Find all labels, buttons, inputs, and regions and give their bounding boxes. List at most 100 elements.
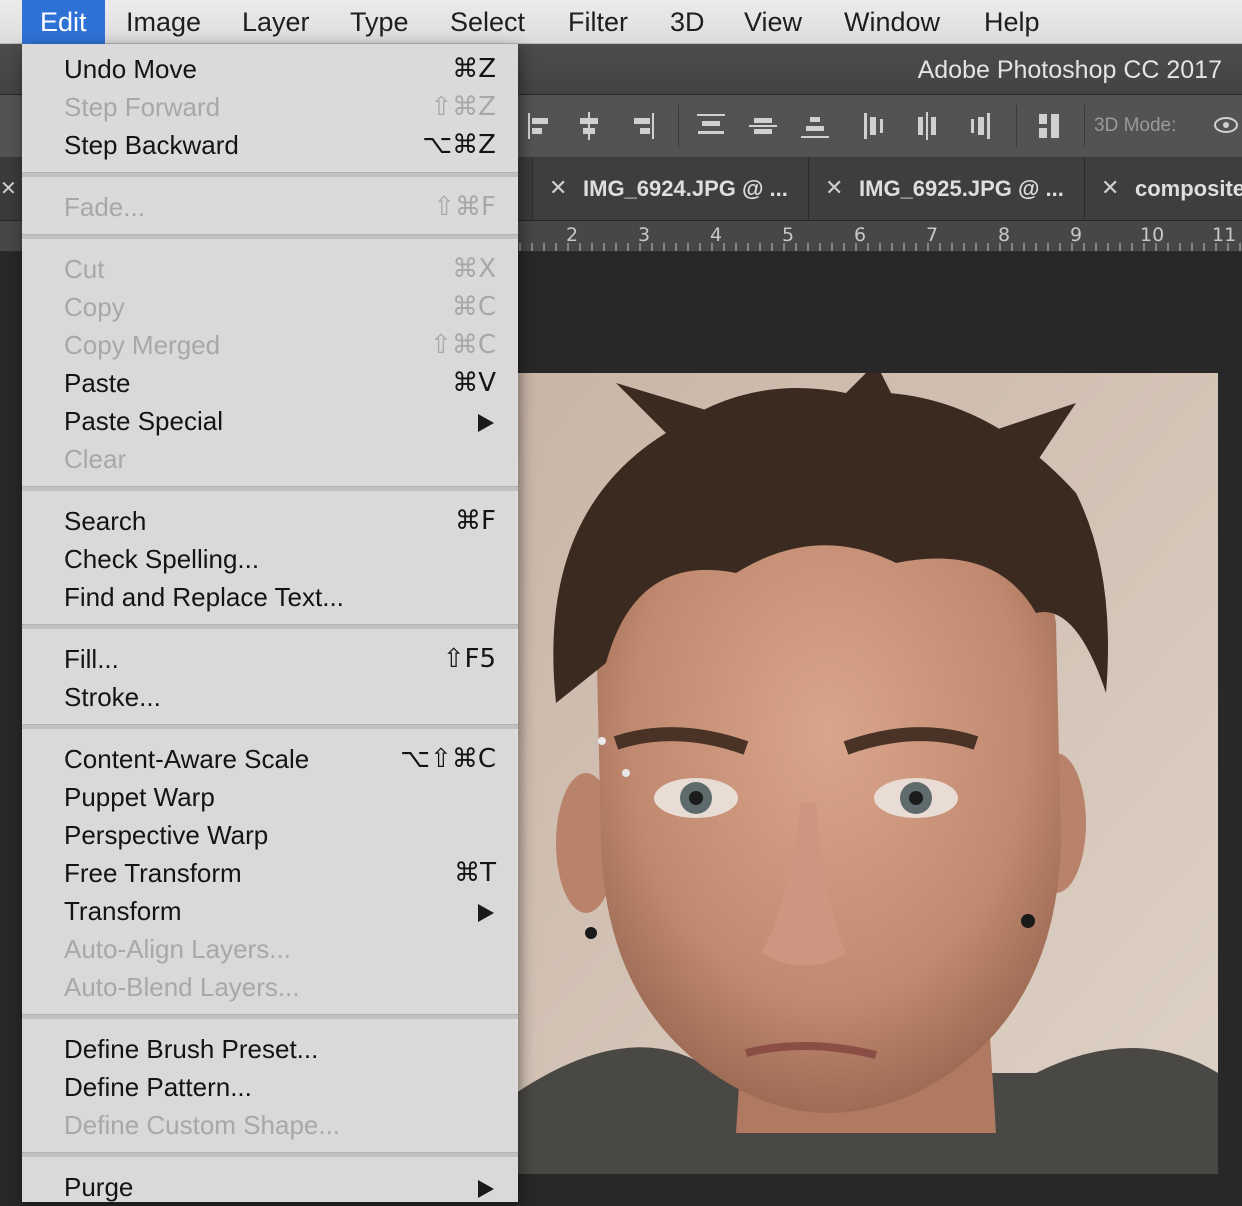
menu-item-paste-special[interactable]: Paste Special	[22, 402, 518, 440]
menu-item-fill[interactable]: Fill... ⇧F5	[22, 640, 518, 678]
menu-item-label: Free Transform	[64, 858, 242, 888]
menu-item-label: Undo Move	[64, 54, 197, 84]
align-right-edges-icon[interactable]	[624, 109, 658, 143]
menu-item-stroke[interactable]: Stroke...	[22, 678, 518, 716]
menu-item-shortcut: ⌥⌘Z	[422, 130, 496, 160]
menu-item-paste[interactable]: Paste ⌘V	[22, 364, 518, 402]
menu-item-shortcut: ⇧F5	[442, 644, 496, 674]
menu-bar: Edit Image Layer Type Select Filter 3D V…	[0, 0, 1242, 44]
menu-item-label: Fill...	[64, 644, 119, 674]
menu-item-define-pattern[interactable]: Define Pattern...	[22, 1068, 518, 1106]
ruler-number: 4	[710, 224, 723, 246]
menu-item-auto-blend-layers: Auto-Blend Layers...	[22, 968, 518, 1006]
menu-item-search[interactable]: Search ⌘F	[22, 502, 518, 540]
ruler-number: 10	[1140, 224, 1165, 246]
menu-item-label: Auto-Align Layers...	[64, 934, 291, 964]
menu-item-label: Puppet Warp	[64, 782, 215, 812]
close-icon[interactable]: ✕	[0, 176, 17, 201]
menu-item-puppet-warp[interactable]: Puppet Warp	[22, 778, 518, 816]
menu-3d[interactable]: 3D	[652, 0, 723, 44]
distribute-right-icon[interactable]	[962, 109, 996, 143]
close-icon[interactable]: ✕	[1101, 158, 1119, 218]
menu-item-shortcut: ⌘Z	[452, 54, 496, 84]
toolbar-separator	[1016, 105, 1017, 147]
menu-item-define-custom-shape: Define Custom Shape...	[22, 1106, 518, 1144]
menu-select[interactable]: Select	[432, 0, 543, 44]
menu-item-label: Search	[64, 506, 147, 536]
tab-img-6925[interactable]: ✕ IMG_6925.JPG @ ...	[808, 158, 1084, 220]
menu-item-free-transform[interactable]: Free Transform ⌘T	[22, 854, 518, 892]
menu-item-define-brush-preset[interactable]: Define Brush Preset...	[22, 1030, 518, 1068]
3d-orbit-icon[interactable]	[1208, 109, 1242, 143]
auto-align-icon[interactable]	[1032, 109, 1066, 143]
menu-item-shortcut: ⌥⇧⌘C	[400, 744, 496, 774]
menu-item-shortcut: ⌘V	[452, 368, 496, 398]
close-icon[interactable]: ✕	[825, 158, 843, 218]
distribute-centers-icon[interactable]	[910, 109, 944, 143]
app-title: Adobe Photoshop CC 2017	[917, 56, 1222, 84]
menu-item-content-aware-scale[interactable]: Content-Aware Scale ⌥⇧⌘C	[22, 740, 518, 778]
menu-separator	[22, 1152, 518, 1157]
menu-filter[interactable]: Filter	[550, 0, 646, 44]
tab-composite[interactable]: ✕ composite	[1084, 158, 1242, 220]
menu-item-label: Define Pattern...	[64, 1072, 252, 1102]
align-horizontal-centers-icon[interactable]	[572, 109, 606, 143]
menu-item-cut: Cut ⌘X	[22, 250, 518, 288]
menu-item-label: Content-Aware Scale	[64, 744, 310, 774]
menu-item-auto-align-layers: Auto-Align Layers...	[22, 930, 518, 968]
document-canvas-photo[interactable]	[516, 373, 1218, 1174]
menu-window[interactable]: Window	[826, 0, 958, 44]
menu-item-label: Paste Special	[64, 406, 223, 436]
menu-item-undo-move[interactable]: Undo Move ⌘Z	[22, 50, 518, 88]
menu-item-step-forward: Step Forward ⇧⌘Z	[22, 88, 518, 126]
menu-item-label: Cut	[64, 254, 105, 284]
menu-edit[interactable]: Edit	[22, 0, 105, 44]
menu-item-label: Clear	[64, 444, 127, 474]
tab-label: IMG_6924.JPG @ ...	[583, 176, 788, 201]
align-bottom-edges-icon[interactable]	[798, 109, 832, 143]
ruler-number: 8	[998, 224, 1011, 246]
menu-item-shortcut: ⌘X	[452, 254, 496, 284]
align-vertical-centers-icon[interactable]	[746, 109, 780, 143]
menu-separator	[22, 624, 518, 629]
menu-type[interactable]: Type	[332, 0, 427, 44]
menu-help[interactable]: Help	[966, 0, 1058, 44]
menu-item-label: Paste	[64, 368, 131, 398]
menu-item-label: Define Custom Shape...	[64, 1110, 341, 1140]
menu-item-purge[interactable]: Purge	[22, 1168, 518, 1206]
menu-item-fade: Fade... ⇧⌘F	[22, 188, 518, 226]
tab-label: IMG_6925.JPG @ ...	[859, 176, 1064, 201]
menu-item-shortcut: ⌘T	[454, 858, 496, 888]
menu-item-label: Purge	[64, 1172, 134, 1202]
close-icon[interactable]: ✕	[549, 158, 567, 218]
submenu-arrow-icon	[478, 1180, 494, 1198]
menu-item-label: Transform	[64, 896, 182, 926]
menu-item-shortcut: ⌘F	[455, 506, 496, 536]
menu-item-find-and-replace-text[interactable]: Find and Replace Text...	[22, 578, 518, 616]
menu-item-check-spelling[interactable]: Check Spelling...	[22, 540, 518, 578]
menu-item-label: Step Forward	[64, 92, 221, 122]
menu-item-step-backward[interactable]: Step Backward ⌥⌘Z	[22, 126, 518, 164]
menu-separator	[22, 724, 518, 729]
distribute-left-icon[interactable]	[858, 109, 892, 143]
menu-item-label: Copy Merged	[64, 330, 221, 360]
menu-separator	[22, 486, 518, 491]
menu-item-label: Copy	[64, 292, 125, 322]
toolbar-separator	[1084, 105, 1085, 147]
menu-item-perspective-warp[interactable]: Perspective Warp	[22, 816, 518, 854]
tab-label: composite	[1135, 176, 1242, 201]
menu-item-transform[interactable]: Transform	[22, 892, 518, 930]
menu-item-clear: Clear	[22, 440, 518, 478]
menu-layer[interactable]: Layer	[224, 0, 328, 44]
tab-img-6924[interactable]: ✕ IMG_6924.JPG @ ...	[532, 158, 808, 220]
ruler-number: 6	[854, 224, 867, 246]
menu-item-copy: Copy ⌘C	[22, 288, 518, 326]
align-left-edges-icon[interactable]	[524, 109, 558, 143]
menu-separator	[22, 1014, 518, 1019]
menu-item-shortcut: ⌘C	[451, 292, 496, 322]
portrait-photo	[516, 373, 1218, 1174]
align-top-edges-icon[interactable]	[694, 109, 728, 143]
menu-image[interactable]: Image	[108, 0, 219, 44]
menu-view[interactable]: View	[726, 0, 820, 44]
menu-item-label: Fade...	[64, 192, 145, 222]
